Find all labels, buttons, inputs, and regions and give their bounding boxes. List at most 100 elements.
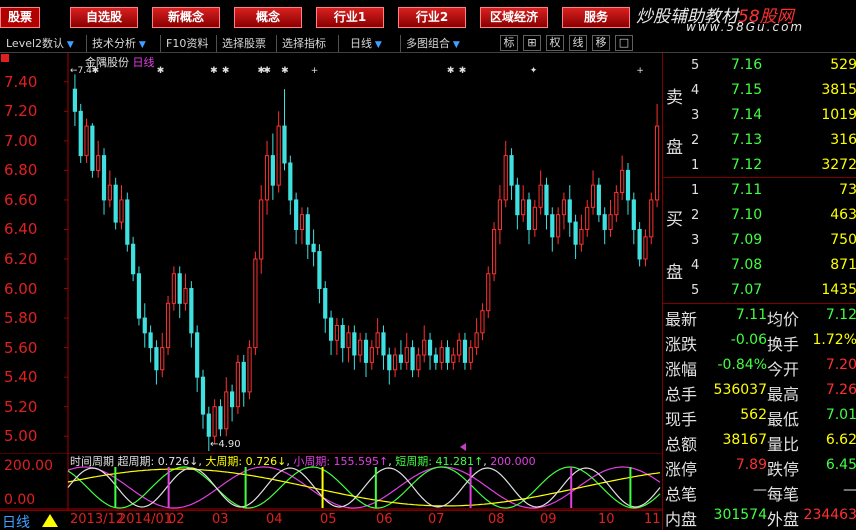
tab-watchlist[interactable]: 自选股 xyxy=(70,7,138,28)
price-tick-label: 6.00 xyxy=(4,279,38,298)
candle-body xyxy=(317,251,322,290)
toolbar-technical-analysis[interactable]: 技术分析 ▼ xyxy=(92,35,146,52)
tab-industry-2[interactable]: 行业2 xyxy=(398,7,466,28)
tab-new-concept[interactable]: 新概念 xyxy=(152,7,220,28)
candle-body xyxy=(410,347,415,371)
sell-order-row[interactable]: 4 7.15 3815 xyxy=(663,80,856,104)
candle-body xyxy=(218,406,223,430)
month-label: 04 xyxy=(266,512,283,527)
small-cycle-label: 小周期: 155.595↑ xyxy=(293,455,389,468)
tab-stocks[interactable]: 股票 xyxy=(0,7,40,28)
toolbar-select-stock[interactable]: 选择股票 xyxy=(222,35,266,52)
candle-body xyxy=(474,332,479,349)
price-tick-label: 5.60 xyxy=(4,338,38,357)
month-label: 11 xyxy=(644,512,661,527)
candle xyxy=(497,185,503,245)
buy-order-row[interactable]: 5 7.07 1435 xyxy=(663,280,856,304)
sell-order-row[interactable]: 3 7.14 1019 xyxy=(663,105,856,129)
candle xyxy=(521,185,526,223)
candle-body xyxy=(195,332,200,378)
candle-body xyxy=(113,184,118,223)
candle xyxy=(381,325,386,370)
candle xyxy=(78,103,83,163)
quote-stat-row: 总额 38167 量比 6.62 xyxy=(663,430,856,454)
grid-button[interactable]: ⊞ xyxy=(523,35,541,51)
candle-body xyxy=(486,273,491,312)
move-button[interactable]: 移 xyxy=(592,35,610,51)
position-marker xyxy=(460,443,466,451)
candle xyxy=(649,192,654,245)
candle-body xyxy=(579,228,584,245)
price-tick-label: 7.00 xyxy=(4,131,38,150)
order-price: 7.09 xyxy=(731,232,763,248)
order-price: 7.12 xyxy=(731,157,763,173)
buy-order-row[interactable]: 4 7.08 871 xyxy=(663,255,856,279)
order-volume: 3272 xyxy=(821,157,856,173)
toolbar-f10[interactable]: F10资料 xyxy=(166,35,208,52)
max-price-marker: ←7.4 xyxy=(70,66,92,76)
buy-order-row[interactable]: 2 7.10 463 xyxy=(663,205,856,229)
tab-regional-economy[interactable]: 区域经济 xyxy=(480,7,548,28)
toolbar-period[interactable]: 日线 ▼ xyxy=(350,35,382,52)
candle xyxy=(439,340,444,370)
stat-label: 均价 xyxy=(767,310,800,329)
stat-label: 涨停 xyxy=(665,460,698,479)
toolbar-multi-chart[interactable]: 多图组合 ▼ xyxy=(406,35,460,52)
candle xyxy=(334,318,339,355)
signal-marker: ✱ xyxy=(263,66,271,76)
stat-value: 38167 xyxy=(722,432,767,448)
sell-order-row[interactable]: 1 7.12 3272 xyxy=(663,155,856,179)
candle xyxy=(101,148,107,215)
kline-chart[interactable]: ✱ ✱ ✱ ✱ ✱ ✱ ✱ + ✱ ✱ ✦ + 7.40 7.20 7.00 6.80 6.60 6.40 6.2… xyxy=(0,53,662,453)
stat-label: 总笔 xyxy=(665,485,698,504)
quote-stat-row: 涨停 7.89 跌停 6.45 xyxy=(663,455,856,479)
mark-button[interactable]: 标 xyxy=(500,35,518,51)
candle-body xyxy=(340,324,345,349)
candle-body xyxy=(212,406,217,437)
sell-order-row[interactable]: 2 7.13 316 xyxy=(663,130,856,154)
order-volume: 1435 xyxy=(821,282,856,298)
candle-body xyxy=(608,214,613,230)
stat-label: 最高 xyxy=(767,385,800,404)
candle xyxy=(212,399,217,444)
tab-industry-1[interactable]: 行业1 xyxy=(316,7,384,28)
stat-value: 234463 xyxy=(803,507,856,523)
triangle-up-icon[interactable] xyxy=(42,514,58,527)
candle-body xyxy=(101,155,107,201)
rights-button[interactable]: 权 xyxy=(546,35,564,51)
candle xyxy=(404,332,409,370)
candle xyxy=(160,332,165,378)
toolbar-select-indicator[interactable]: 选择指标 xyxy=(282,35,326,52)
candle-body xyxy=(328,317,334,341)
buy-order-row[interactable]: 1 7.11 73 xyxy=(663,180,856,204)
candle xyxy=(276,111,281,193)
sell-order-row[interactable]: 5 7.16 529 xyxy=(663,55,856,79)
candle xyxy=(474,318,479,355)
toolbar-level2[interactable]: Level2数认 ▼ xyxy=(6,35,74,52)
candle-body xyxy=(259,199,264,260)
order-price: 7.13 xyxy=(731,132,763,148)
candle xyxy=(195,325,200,392)
period-selector[interactable]: 日线 xyxy=(2,512,30,530)
order-price: 7.08 xyxy=(731,257,763,273)
tab-concept[interactable]: 概念 xyxy=(234,7,302,28)
buy-order-row[interactable]: 3 7.09 750 xyxy=(663,230,856,254)
candle xyxy=(445,340,450,370)
order-level: 5 xyxy=(691,58,700,73)
candle xyxy=(416,347,421,378)
candle xyxy=(556,207,561,245)
candle-body xyxy=(637,228,642,260)
candle xyxy=(247,340,252,400)
candle-body xyxy=(509,155,514,186)
signal-marker: ✱ xyxy=(459,66,467,76)
line-button[interactable]: 线 xyxy=(569,35,587,51)
candle xyxy=(328,310,334,355)
price-tick-label: 6.20 xyxy=(4,250,38,268)
signal-marker: ✱ xyxy=(210,66,218,76)
candle xyxy=(625,163,631,215)
tab-services[interactable]: 服务 xyxy=(562,7,630,28)
candle xyxy=(165,295,171,355)
candle xyxy=(596,177,601,223)
window-button[interactable]: □ xyxy=(615,35,633,51)
candle-body xyxy=(404,347,409,363)
